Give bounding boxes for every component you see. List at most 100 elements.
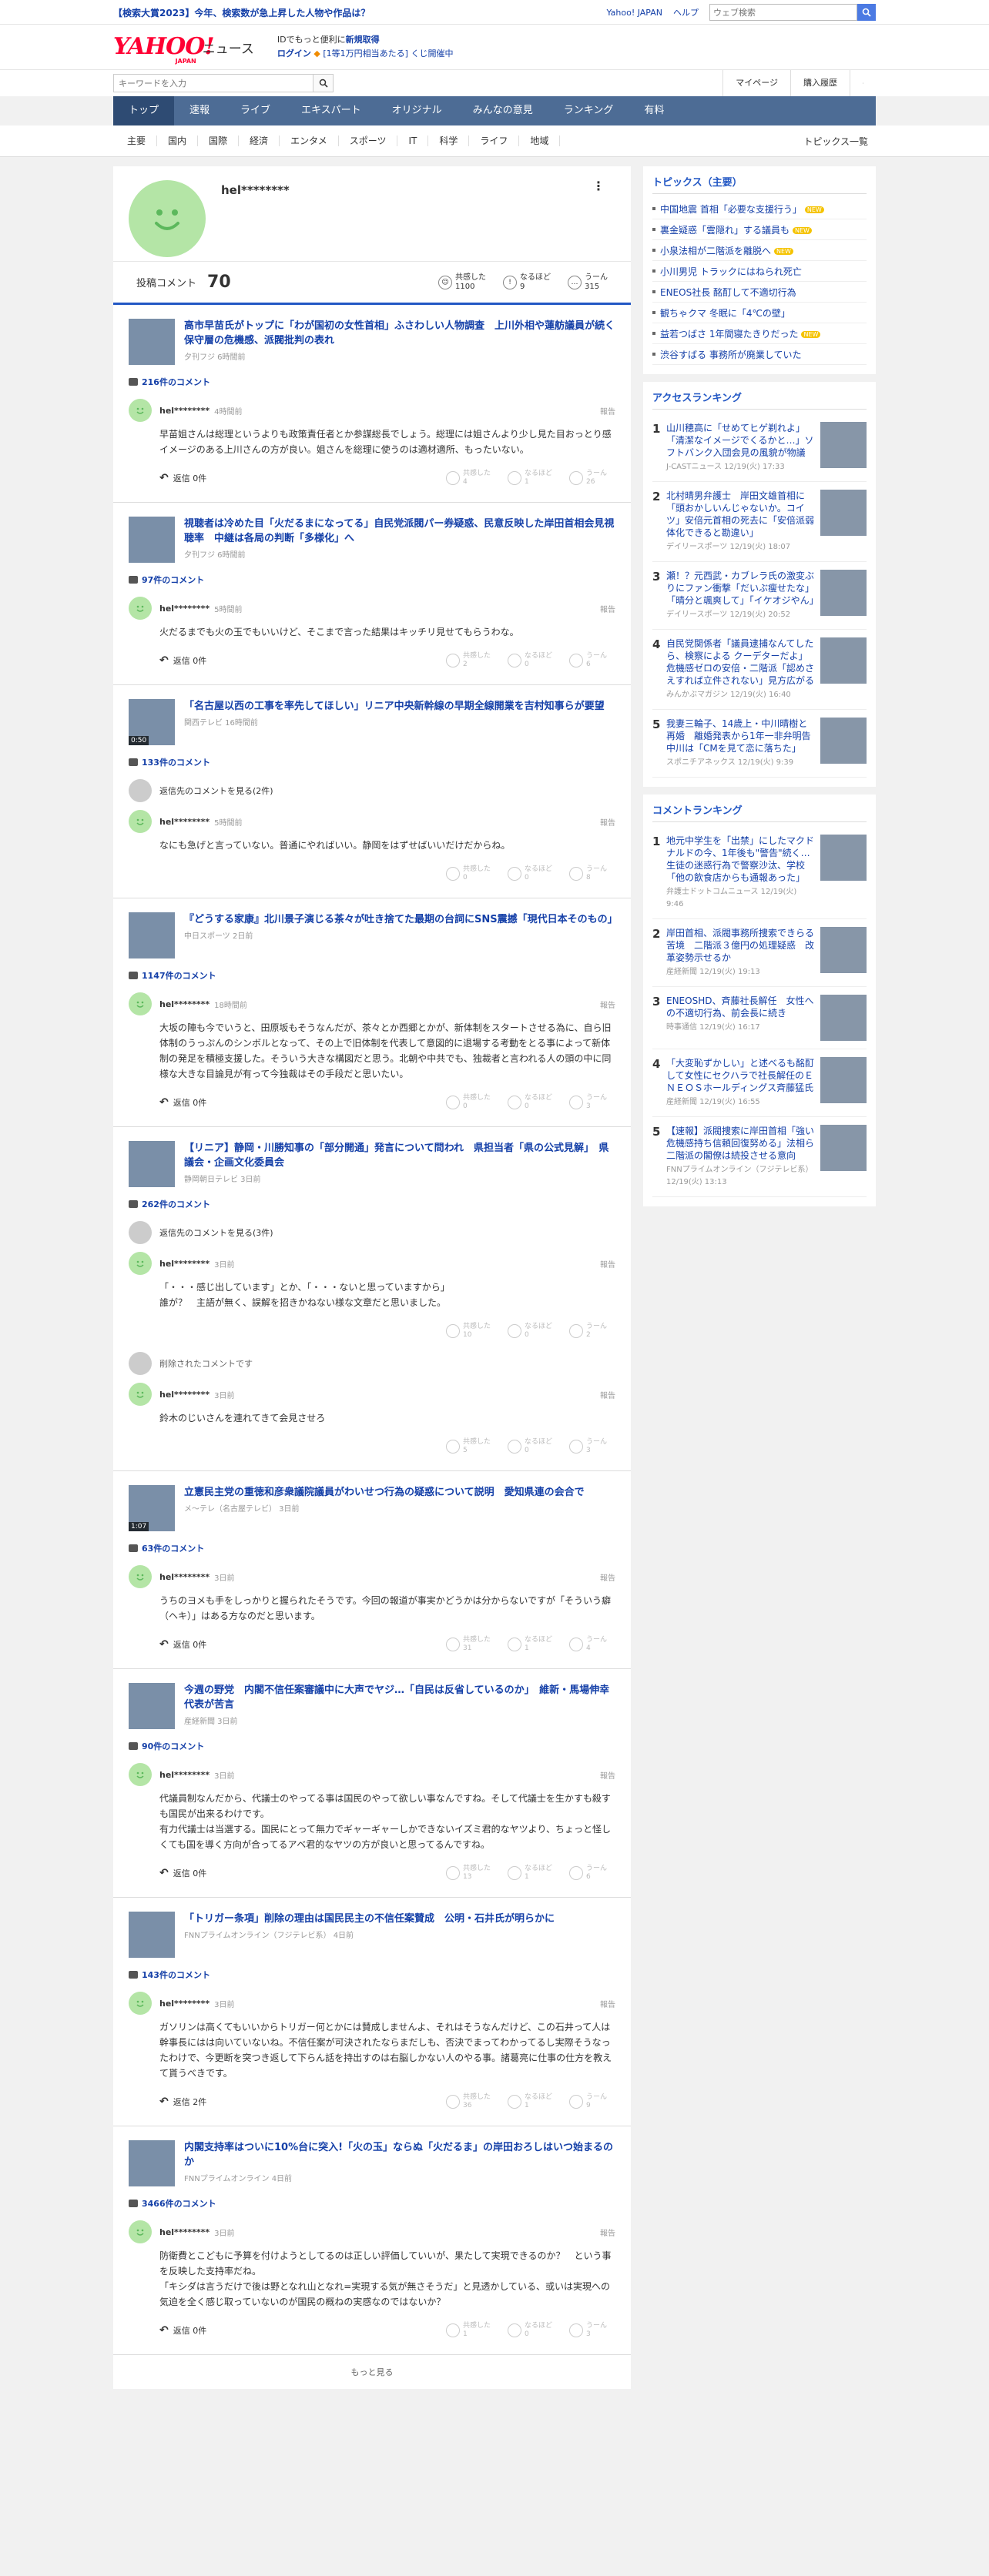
hmm-button[interactable]: うーん 6 xyxy=(569,1865,615,1882)
web-search-input[interactable] xyxy=(709,4,857,21)
insight-button[interactable]: なるほど 1 xyxy=(508,2093,554,2110)
article-thumbnail[interactable] xyxy=(129,1683,175,1729)
signup-link[interactable]: 新規取得 xyxy=(346,35,380,45)
comment-count-link[interactable]: 3466件のコメント xyxy=(113,2191,631,2213)
hmm-button[interactable]: うーん 9 xyxy=(569,2093,615,2110)
article-title[interactable]: 視聴者は冷めた目「火だるまになってる」自民党派閥パー券疑惑、民意反映した岸田首相… xyxy=(184,517,615,546)
article-title[interactable]: 内閣支持率はついに10%台に突入!「火の玉」ならぬ「火だるま」の岸田おろしはいつ… xyxy=(184,2140,615,2170)
hmm-button[interactable]: うーん 3 xyxy=(569,1094,615,1111)
empathy-button[interactable]: 共感した 0 xyxy=(446,1094,492,1111)
more-button[interactable]: もっと見る xyxy=(113,2355,631,2389)
nav-original[interactable]: オリジナル xyxy=(377,96,458,125)
comment-rank-item[interactable]: 5 【速報】派閥捜索に岸田首相「強い危機感持ち信頼回復努める」法相ら二階派の閣僚は… xyxy=(652,1117,867,1197)
login-link[interactable]: ログイン xyxy=(277,49,311,59)
insight-button[interactable]: なるほど 0 xyxy=(508,1323,554,1340)
insight-button[interactable]: なるほど 0 xyxy=(508,1094,554,1111)
empathy-button[interactable]: 共感した 5 xyxy=(446,1438,492,1455)
article-thumbnail[interactable]: 0:50 xyxy=(129,699,175,745)
promo-link[interactable]: 【検索大賞2023】今年、検索数が急上昇した人物や作品は？ xyxy=(113,6,370,19)
insight-button[interactable]: なるほど 1 xyxy=(508,1636,554,1653)
nav-top[interactable]: トップ xyxy=(113,96,175,125)
nav-ranking[interactable]: ランキング xyxy=(548,96,629,125)
report-link[interactable]: 報告 xyxy=(600,1571,615,1583)
report-link[interactable]: 報告 xyxy=(600,1769,615,1781)
article-thumbnail[interactable] xyxy=(129,912,175,958)
report-link[interactable]: 報告 xyxy=(600,405,615,417)
topic-item[interactable]: 小泉法相が二階派を離脱へ NEW xyxy=(652,240,867,261)
insight-button[interactable]: なるほど 0 xyxy=(508,2322,554,2339)
category-domestic[interactable]: 国内 xyxy=(157,135,199,146)
insight-button[interactable]: なるほど 0 xyxy=(508,865,554,882)
reply-button[interactable]: ↶ 返信 0件 xyxy=(159,654,206,667)
nav-opinions[interactable]: みんなの意見 xyxy=(458,96,548,125)
hmm-button[interactable]: うーん 3 xyxy=(569,2322,615,2339)
comment-count-link[interactable]: 97件のコメント xyxy=(113,567,631,589)
article-title[interactable]: 「名古屋以西の工事を率先してほしい」リニア中央新幹線の早期全線開業を吉村知事らが… xyxy=(184,699,605,714)
nav-expert[interactable]: エキスパート xyxy=(286,96,377,125)
category-international[interactable]: 国際 xyxy=(198,135,240,146)
reply-button[interactable]: ↶ 返信 0件 xyxy=(159,472,206,484)
mypage-link[interactable]: マイページ xyxy=(722,70,790,96)
more-menu-icon[interactable]: ⋮ xyxy=(592,179,605,193)
empathy-button[interactable]: 共感した 1 xyxy=(446,2322,492,2339)
article-thumbnail[interactable] xyxy=(129,1912,175,1958)
comment-count-link[interactable]: 133件のコメント xyxy=(113,750,631,771)
category-economy[interactable]: 経済 xyxy=(239,135,280,146)
report-link[interactable]: 報告 xyxy=(600,2226,615,2238)
comment-author[interactable]: hel******** xyxy=(159,1390,210,1400)
report-link[interactable]: 報告 xyxy=(600,1258,615,1270)
yahoo-japan-link[interactable]: Yahoo! JAPAN xyxy=(606,8,662,18)
keyword-search-button[interactable] xyxy=(313,74,334,92)
comment-author[interactable]: hel******** xyxy=(159,2227,210,2237)
reply-button[interactable]: ↶ 返信 0件 xyxy=(159,1867,206,1879)
comment-rank-item[interactable]: 2 岸田首相、派閥事務所捜索できらる苦境 二階派３億円の処理疑惑 改革姿勢示せるか… xyxy=(652,919,867,987)
article-thumbnail[interactable]: 1:07 xyxy=(129,1485,175,1531)
report-link[interactable]: 報告 xyxy=(600,603,615,614)
category-life[interactable]: ライフ xyxy=(469,135,520,146)
report-link[interactable]: 報告 xyxy=(600,999,615,1010)
report-link[interactable]: 報告 xyxy=(600,1998,615,2009)
empathy-button[interactable]: 共感した 13 xyxy=(446,1865,492,1882)
yahoo-news-logo[interactable]: YAHOO! JAPAN ニュース xyxy=(113,35,254,65)
empathy-button[interactable]: 共感した 10 xyxy=(446,1323,492,1340)
access-rank-item[interactable]: 1 山川穂高に「せめてヒゲ剃れよ」「清潔なイメージでくるかと…」ソフトバンク入団会… xyxy=(652,414,867,482)
comment-author[interactable]: hel******** xyxy=(159,817,210,827)
comment-rank-item[interactable]: 4 「大変恥ずかしい」と述べるも酩酊して女性にセクハラで社長解任のＥＮＥＯＳホール… xyxy=(652,1049,867,1117)
article-title[interactable]: 『どうする家康』北川景子演じる茶々が吐き捨てた最期の台詞にSNS震撼「現代日本そ… xyxy=(184,912,618,927)
empathy-button[interactable]: 共感した 31 xyxy=(446,1636,492,1653)
article-thumbnail[interactable] xyxy=(129,319,175,365)
article-title[interactable]: 【リニア】静岡・川勝知事の「部分開通」発言について問われ 県担当者「県の公式見解… xyxy=(184,1141,615,1170)
comment-rank-item[interactable]: 1 地元中学生を「出禁」にしたマクドナルドの今、1年後も"警告"続く…生徒の迷惑行… xyxy=(652,827,867,919)
insight-button[interactable]: なるほど 0 xyxy=(508,1438,554,1455)
access-rank-item[interactable]: 4 自民党関係者「議員逮捕なんてしたら、検察による クーデターだよ」危機感ゼロの安… xyxy=(652,630,867,710)
empathy-button[interactable]: 共感した 4 xyxy=(446,470,492,487)
comment-count-link[interactable]: 90件のコメント xyxy=(113,1734,631,1755)
comment-author[interactable]: hel******** xyxy=(159,999,210,1009)
comment-author[interactable]: hel******** xyxy=(159,406,210,416)
comment-count-link[interactable]: 143件のコメント xyxy=(113,1962,631,1984)
insight-button[interactable]: なるほど 1 xyxy=(508,1865,554,1882)
category-main[interactable]: 主要 xyxy=(113,135,158,146)
category-sports[interactable]: スポーツ xyxy=(339,135,398,146)
report-link[interactable]: 報告 xyxy=(600,1389,615,1400)
reply-button[interactable]: ↶ 返信 2件 xyxy=(159,2096,206,2108)
lottery-link[interactable]: [1等1万円相当あたる] くじ開催中 xyxy=(323,49,453,59)
purchase-history-link[interactable]: 購入履歴 xyxy=(790,70,850,96)
web-search-button[interactable] xyxy=(857,4,876,21)
empathy-button[interactable]: 共感した 36 xyxy=(446,2093,492,2110)
help-link[interactable]: ヘルプ xyxy=(673,6,699,18)
report-link[interactable]: 報告 xyxy=(600,816,615,828)
topic-item[interactable]: 観ちゃクマ 冬眠に「4℃の壁」 xyxy=(652,303,867,323)
topic-item[interactable]: 小川男児 トラックにはねられ死亡 xyxy=(652,261,867,282)
insight-button[interactable]: なるほど 1 xyxy=(508,470,554,487)
reply-button[interactable]: ↶ 返信 0件 xyxy=(159,1638,206,1651)
insight-button[interactable]: なるほど 0 xyxy=(508,652,554,669)
topic-item[interactable]: 中国地震 首相「必要な支援行う」 NEW xyxy=(652,199,867,219)
keyword-input[interactable] xyxy=(113,74,313,92)
category-it[interactable]: IT xyxy=(397,135,429,146)
article-title[interactable]: 高市早苗氏がトップに「わが国初の女性首相」ふさわしい人物調査 上川外相や蓮舫議員… xyxy=(184,319,625,348)
topics-list-link[interactable]: トピックス一覧 xyxy=(803,135,876,148)
comment-author[interactable]: hel******** xyxy=(159,604,210,614)
article-title[interactable]: 「トリガー条項」削除の理由は国民民主の不信任案賛成 公明・石井氏が明らかに xyxy=(184,1912,555,1926)
topic-item[interactable]: 益若つばさ 1年間寝たきりだった NEW xyxy=(652,323,867,344)
